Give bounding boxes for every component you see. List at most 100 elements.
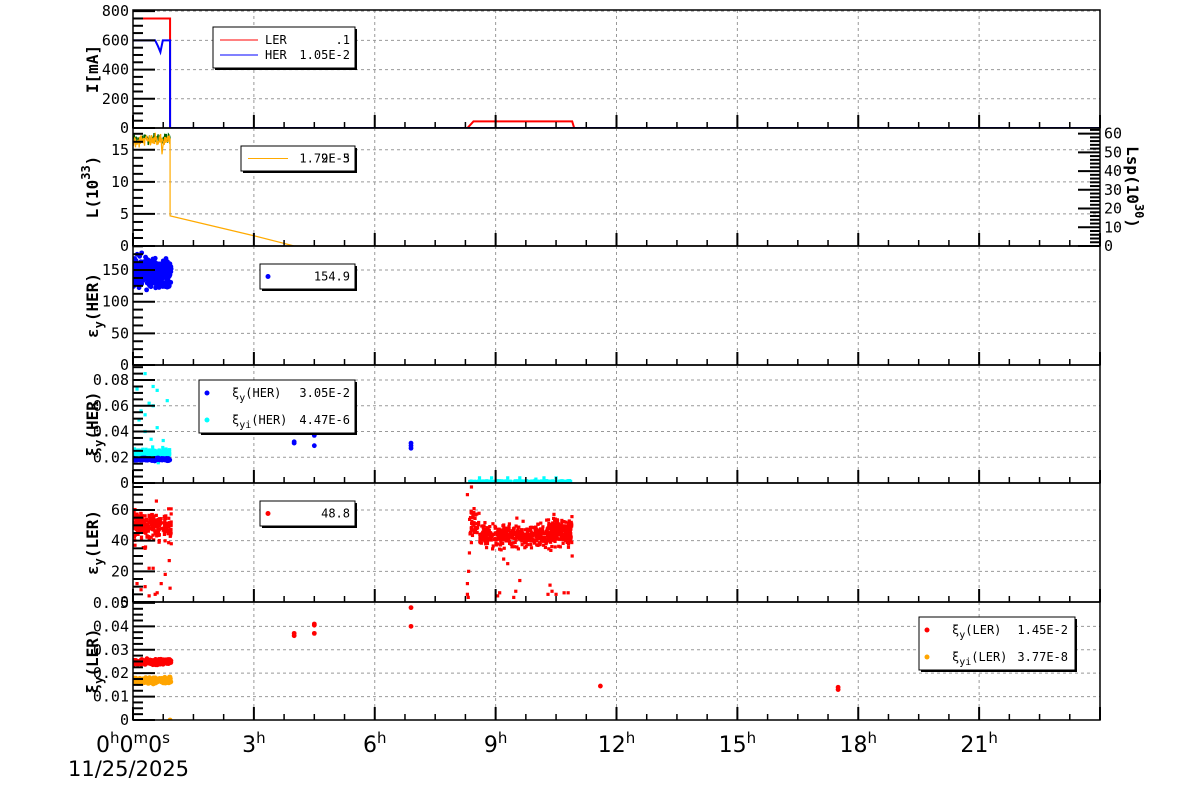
series--yi-her--point: [485, 479, 489, 483]
y-axis-label-post: ): [83, 156, 102, 166]
series--y-ler--point: [515, 516, 519, 520]
series--y-ler--point: [546, 592, 550, 596]
series--y-her--point: [141, 263, 147, 269]
panel-6: 00.010.020.030.040.05ξy(LER) ξy(LER) 1.45E…: [83, 594, 1101, 729]
panel-data: [133, 605, 841, 720]
legend: 154.9: [259, 263, 357, 291]
y-tick-label: 400: [102, 61, 129, 79]
series--y-ler--point: [539, 521, 543, 525]
series--y-ler--point: [169, 512, 173, 516]
series--y-her--point: [164, 284, 170, 290]
series--y-ler--point: [143, 585, 147, 589]
y-axis-label-sub: y: [92, 321, 106, 328]
series--y-ler--point: [465, 592, 470, 596]
series--y-ler--point: [518, 537, 522, 541]
series--y-ler--point: [520, 528, 524, 532]
series--y-ler--point: [478, 541, 483, 545]
y-axis-label: ξy(LER): [83, 628, 106, 693]
series--y-ler--point: [560, 521, 564, 525]
series--y-her--point: [155, 273, 161, 279]
series--y-ler--point: [502, 557, 506, 561]
series--y-ler--point: [564, 534, 568, 538]
series--y-ler--point: [496, 535, 500, 539]
series--y-ler--point: [166, 532, 170, 536]
series--y-her--point: [146, 264, 152, 270]
y-axis-label-post: (LER): [83, 628, 102, 676]
series--y-ler--point: [482, 524, 486, 528]
series--y-her--point: [143, 254, 148, 260]
series--y-ler--point: [514, 524, 518, 528]
series--y-ler--point: [500, 529, 504, 534]
series--yi-her--point: [551, 479, 555, 483]
series--y-ler--point: [142, 660, 148, 665]
series--y-ler--point: [154, 513, 158, 517]
right-y-tick-label: 40: [1104, 162, 1122, 180]
x-axis-date-label: 11/25/2025: [68, 757, 189, 781]
series--y-ler--point: [566, 545, 571, 549]
series--y-ler--point: [135, 512, 139, 516]
series--y-ler--point: [482, 529, 486, 533]
series--y-ler--point: [139, 535, 144, 539]
series--y-ler--point: [159, 581, 163, 586]
series--y-ler--point: [163, 572, 167, 576]
series--y-ler--point: [529, 528, 533, 532]
series--yi-her--point: [161, 445, 165, 450]
series--y-ler--point: [562, 591, 566, 595]
series--yi-her--point: [164, 447, 168, 451]
series--y-ler--point: [465, 581, 470, 586]
series--y-ler--point: [499, 542, 503, 546]
legend-dot-marker: [265, 511, 271, 516]
y-tick-label: 600: [102, 31, 129, 49]
series--y-ler--point: [499, 548, 503, 552]
series--y-ler--point: [147, 524, 151, 528]
series--yi-her--point: [506, 476, 510, 480]
legend-value: 3.77E-8: [1017, 650, 1068, 664]
series--y-ler--point: [478, 534, 482, 539]
right-y-axis-label: Lsp(1030): [1123, 146, 1146, 228]
series--yi-her--point: [542, 476, 546, 480]
y-tick-label: 5: [120, 205, 129, 223]
series--y-ler--point: [143, 526, 147, 531]
series--y-ler--point: [143, 546, 147, 550]
series--y-ler--point: [512, 529, 516, 534]
y-tick-label: 0: [120, 237, 129, 255]
series--y-ler--point: [517, 525, 521, 529]
series--y-ler--point: [145, 535, 149, 539]
panel-1: 0 200 400 600 800 I[mA] LER .1 HER 1.05E-2: [83, 2, 1101, 137]
y-tick-label: 800: [102, 2, 129, 20]
y-axis-label-main: L(10: [83, 180, 102, 219]
y-tick-label: 0.05: [93, 594, 129, 612]
series--y-her--point: [141, 271, 146, 277]
legend-value: 154.9: [314, 270, 350, 284]
series--y-her--point: [134, 263, 140, 269]
series--y-ler--point: [157, 533, 161, 537]
series--yi-her--point: [147, 401, 151, 405]
x-tick-label: 18h: [839, 729, 877, 758]
panel-data: [133, 132, 839, 246]
series--y-ler--point: [135, 581, 139, 586]
series--y-ler--point: [163, 516, 168, 520]
y-axis-label-sup: 33: [79, 165, 93, 179]
legend-dot-marker: [265, 274, 271, 279]
series--y-ler--point: [466, 595, 470, 599]
series--yi-her--point: [161, 438, 165, 443]
legend-label: LER: [265, 33, 287, 47]
series--y-ler--point: [507, 522, 512, 526]
series--y-ler--point: [539, 536, 543, 541]
y-tick-label: 10: [111, 173, 129, 191]
series--y-ler--point: [139, 588, 143, 592]
series--y-ler--point: [157, 538, 161, 543]
series--y-ler--point: [473, 513, 478, 517]
series--y-ler--point: [311, 622, 317, 628]
series--y-ler--point: [311, 630, 317, 636]
series--y-ler--point: [541, 532, 546, 536]
right-y-tick-label: 0: [1104, 237, 1113, 255]
series--y-ler--point: [514, 537, 518, 541]
series--y-ler--point: [475, 531, 479, 535]
series--y-ler--point: [552, 535, 556, 539]
series--y-ler--point: [167, 507, 171, 511]
x-tick-label: 0h0m0s: [96, 729, 170, 758]
series--yi-her--point: [150, 451, 155, 455]
legend: ξy(LER) 1.45E-2ξyi(LER) 3.77E-8: [918, 616, 1077, 672]
series--y-ler--point: [147, 594, 151, 598]
